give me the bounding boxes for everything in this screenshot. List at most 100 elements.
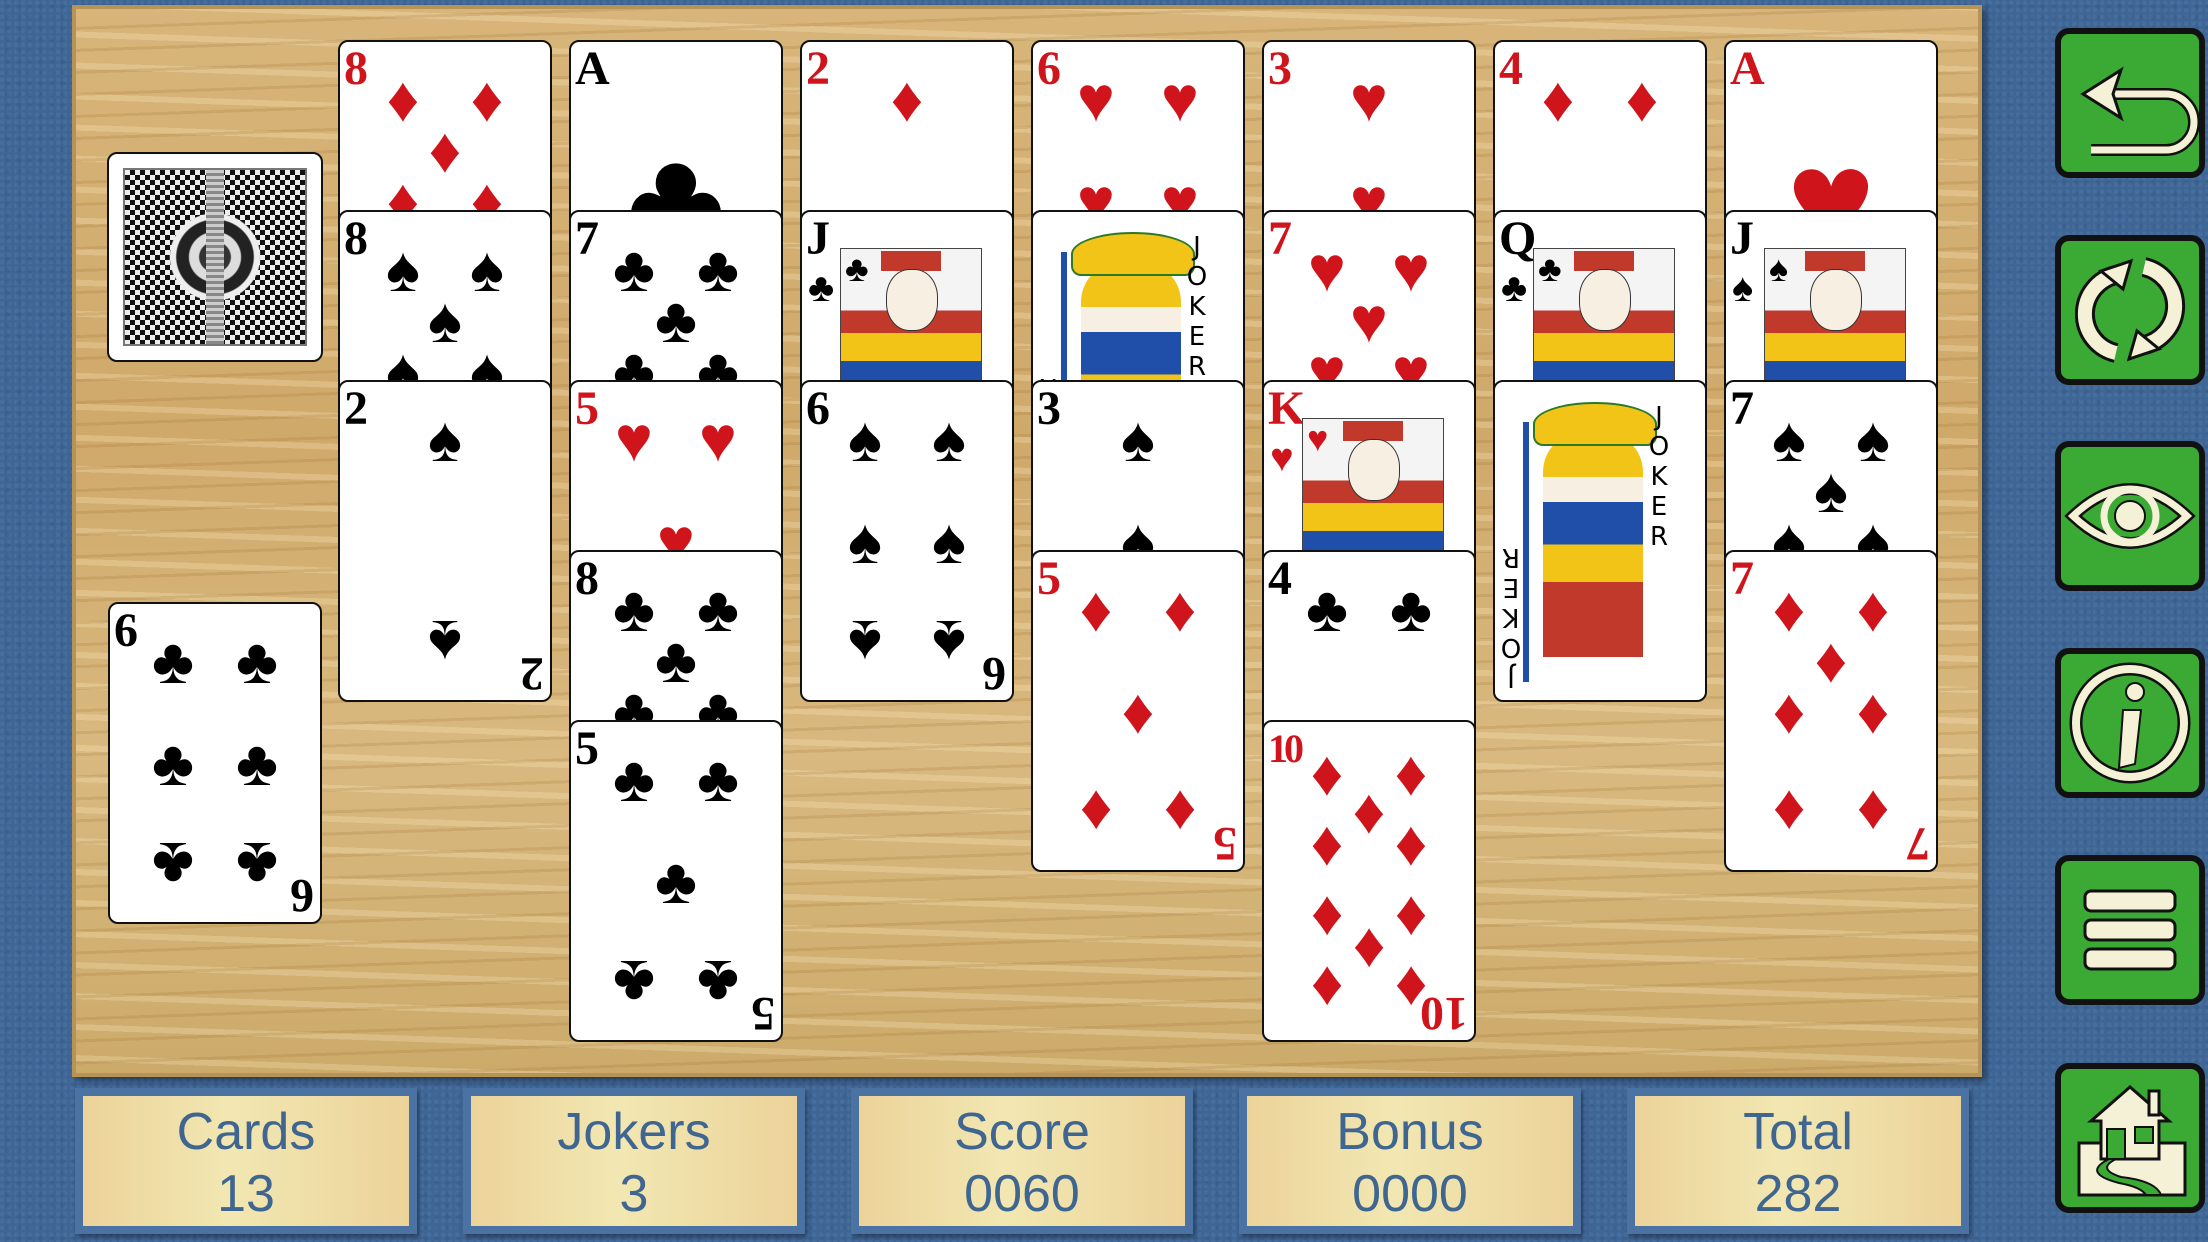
suit-pip: ♣ — [236, 727, 278, 799]
stat-label: Total — [1743, 1103, 1853, 1161]
card-rank: 7 — [1730, 382, 1754, 435]
suit-pip: ♦ — [1163, 776, 1197, 849]
card-rank: J — [806, 212, 830, 265]
suit-pip: ♦ — [1856, 776, 1890, 849]
playing-card[interactable]: J O K E RJ O K E R — [1493, 380, 1707, 702]
head — [1810, 269, 1862, 331]
menu-button[interactable] — [2055, 855, 2205, 1005]
suit-pip: ♣ — [613, 743, 655, 816]
stat-panel-inner: Cards 13 — [83, 1096, 409, 1226]
suit-pip: ♠ — [848, 505, 882, 577]
stat-panel-score: Score 0060 — [851, 1088, 1193, 1234]
card-rank-inverted: 6 — [982, 647, 1006, 700]
card-rank: 3 — [1037, 382, 1061, 435]
crown — [1574, 251, 1634, 271]
crown — [1343, 421, 1403, 441]
suit-pip: ♦ — [1121, 675, 1155, 747]
home-icon — [2077, 1085, 2187, 1197]
playing-card[interactable]: 6 ♠ ♠ ♠ ♠ ♠ ♠ 6 — [800, 380, 1014, 702]
card-rank: 7 — [1730, 552, 1754, 605]
undo-button[interactable] — [2055, 28, 2205, 178]
crown — [1805, 251, 1865, 271]
playing-card[interactable]: 10 ♦ ♦ ♦ ♦ ♦ ♦ ♦ ♦ ♦ ♦ 10 — [1262, 720, 1476, 1042]
court-suit-icon: ♥ — [1307, 418, 1329, 459]
head — [1348, 439, 1400, 501]
suit-pip: ♥ — [1161, 63, 1199, 136]
head — [1579, 269, 1631, 331]
playing-card[interactable]: 5 ♦ ♦ ♦ ♦ ♦ 5 — [1031, 550, 1245, 872]
eye-icon — [2064, 483, 2196, 549]
stat-panel-inner: Score 0060 — [859, 1096, 1185, 1226]
restart-button[interactable] — [2055, 235, 2205, 385]
card-rank-inverted: 6 — [290, 869, 314, 922]
stat-panel-inner: Jokers 3 — [471, 1096, 797, 1226]
hint-button[interactable] — [2055, 441, 2205, 591]
suit-pip: ♣ — [613, 946, 655, 1019]
joker-label: J O K E R — [1186, 232, 1208, 382]
card-rank: 2 — [806, 42, 830, 95]
card-rank: A — [575, 42, 610, 95]
suit-pip: ♦ — [1163, 573, 1197, 646]
joker-staff — [1523, 422, 1529, 682]
suit-pip: ♥ — [699, 403, 737, 476]
joker-label: J O K E R — [1648, 402, 1670, 552]
card-suit-index: ♠ — [1732, 266, 1754, 310]
card-rank: 6 — [806, 382, 830, 435]
stat-panel-jokers: Jokers 3 — [463, 1088, 805, 1234]
suit-pip: ♣ — [152, 828, 194, 901]
joker-hat — [1071, 232, 1195, 276]
stat-panel-inner: Total 282 — [1635, 1096, 1961, 1226]
card-rank: 2 — [344, 382, 368, 435]
stock-pile[interactable] — [107, 152, 323, 362]
suit-pip: ♣ — [1306, 573, 1348, 646]
stat-value: 282 — [1754, 1165, 1842, 1223]
stat-panel-cards: Cards 13 — [75, 1088, 417, 1234]
card-rank: 3 — [1268, 42, 1292, 95]
crown — [881, 251, 941, 271]
stat-label: Score — [954, 1103, 1090, 1161]
suit-pip: ♠ — [428, 606, 462, 679]
joker-hat — [1533, 402, 1657, 446]
court-suit-icon: ♠ — [1769, 248, 1789, 289]
undo-arrow-icon — [2080, 66, 2199, 156]
playing-card[interactable]: 7 ♦ ♦ ♦ ♦ ♦ ♦ ♦ 7 — [1724, 550, 1938, 872]
suit-pip: ♣ — [236, 625, 278, 698]
suit-pip: ♥ — [1350, 63, 1388, 136]
info-button[interactable] — [2055, 648, 2205, 798]
joker-label-inverted: J O K E R — [1500, 542, 1522, 692]
suit-pip: ♠ — [848, 403, 882, 476]
suit-pip: ♦ — [1541, 63, 1575, 136]
card-rank: K — [1268, 382, 1306, 435]
suit-pip: ♣ — [697, 743, 739, 816]
card-rank: 7 — [1268, 212, 1292, 265]
stat-label: Bonus — [1336, 1103, 1484, 1161]
head — [886, 269, 938, 331]
playing-card[interactable]: 5 ♣ ♣ ♣ ♣ ♣ 5 — [569, 720, 783, 1042]
card-rank-inverted: 10 — [1420, 987, 1468, 1040]
joker-illustration: J O K E RJ O K E R — [1501, 402, 1669, 692]
card-rank: 5 — [575, 722, 599, 775]
court-suit-icon: ♣ — [1538, 248, 1562, 289]
card-rank: 8 — [575, 552, 599, 605]
suit-pip: ♣ — [236, 828, 278, 901]
suit-pip: ♠ — [1121, 403, 1155, 476]
playing-card[interactable]: 2 ♠ ♠ 2 — [338, 380, 552, 702]
card-rank: A — [1730, 42, 1765, 95]
suit-pip: ♣ — [697, 946, 739, 1019]
stat-label: Cards — [176, 1103, 316, 1161]
suit-pip: ♦ — [1310, 806, 1344, 879]
suit-pip: ♣ — [152, 625, 194, 698]
suit-pip: ♣ — [655, 845, 697, 917]
suit-pip: ♠ — [932, 606, 966, 679]
playing-card[interactable]: 6 ♣ ♣ ♣ ♣ ♣ ♣ 6 — [108, 602, 322, 924]
card-rank: 4 — [1499, 42, 1523, 95]
suit-pip: ♠ — [932, 505, 966, 577]
stat-panel-total: Total 282 — [1627, 1088, 1969, 1234]
home-button[interactable] — [2055, 1063, 2205, 1213]
card-suit-index: ♣ — [1501, 266, 1528, 310]
card-rank: Q — [1499, 212, 1537, 265]
card-rank-inverted: 5 — [751, 987, 775, 1040]
info-icon — [2069, 662, 2191, 784]
card-rank: 8 — [344, 212, 368, 265]
suit-pip: ♦ — [1625, 63, 1659, 136]
